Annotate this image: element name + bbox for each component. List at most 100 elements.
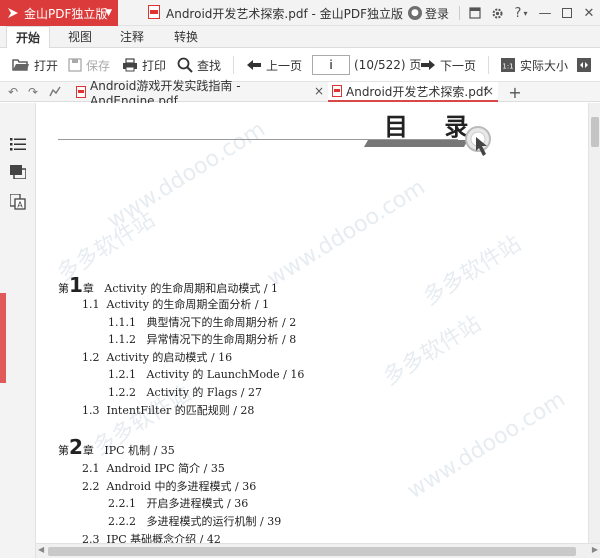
document-page: 多多软件站 www.ddooo.com www.ddooo.com 多多软件站 … [36,103,588,543]
toc-subsection-title: 多进程模式的运行机制 / 39 [146,515,282,528]
toc-subsection[interactable]: 1.2.1 Activity 的 LaunchMode / 16 [108,366,304,382]
toc-chapter-suffix: 章 [82,444,94,457]
toc-chapter-number: 1 [69,273,83,297]
document-tab[interactable]: Android游戏开发实践指南 - AndEngine.pdf × [72,79,328,108]
watermark: www.ddooo.com [403,386,570,505]
toc-section[interactable]: 2.3 IPC 基础概念介绍 / 42 [82,531,221,543]
toc-section-number: 2.2 [82,480,100,493]
bookmark-page-icon[interactable]: A [9,193,27,211]
login-label: 登录 [424,6,449,21]
toc-subsection[interactable]: 1.1.1 典型情况下的生命周期分析 / 2 [108,314,296,330]
previous-page-label: 上一页 [266,58,303,73]
toc-chapter-title: IPC 机制 / 35 [104,444,175,457]
thumbnails-icon[interactable] [9,163,27,181]
settings-gear-icon[interactable] [486,0,508,26]
left-side-panel: A [0,103,36,558]
toc-subsection-number: 2.2.2 [108,515,136,528]
toc-subsection-number: 1.2.1 [108,368,136,381]
toc-subsection[interactable]: 2.2.2 多进程模式的运行机制 / 39 [108,513,281,529]
outline-list-icon[interactable] [9,135,27,153]
kingsoft-pdf-logo-icon [6,6,20,20]
folder-open-icon [12,58,30,72]
toc-chapter-title: Activity 的生命周期和启动模式 / 1 [104,282,279,295]
skin-icon[interactable] [464,0,486,26]
toc-section-number: 2.1 [82,462,100,475]
toc-chapter[interactable]: 第1章 Activity 的生命周期和启动模式 / 1 [58,273,278,297]
minimize-icon[interactable]: — [534,0,556,26]
toc-subsection-number: 1.1.2 [108,333,136,346]
new-tab-plus-icon[interactable]: + [506,82,524,102]
toc-section-title: IntentFilter 的匹配规则 / 28 [106,404,255,417]
save-disk-icon [68,58,82,72]
toc-section-title: Activity 的启动模式 / 16 [106,351,233,364]
scroll-left-arrow-icon[interactable]: ◀ [38,545,44,554]
title-bar: 金山PDF独立版 ▼ Android开发艺术探索.pdf - 金山PDF独立版 … [0,0,600,26]
horizontal-scrollbar[interactable]: ◀ ▶ [36,543,600,558]
tab-start[interactable]: 开始 [6,26,50,49]
save-label: 保存 [86,58,111,73]
next-page-label: 下一页 [440,58,477,73]
user-icon: ● [407,6,422,20]
open-button[interactable]: 打开 [12,48,58,82]
tab-convert[interactable]: 转换 [164,26,208,48]
toc-section[interactable]: 2.1 Android IPC 简介 / 35 [82,460,225,476]
svg-text:A: A [17,201,23,210]
actual-size-button[interactable]: 1:1 实际大小 [500,48,568,82]
window-title: Android开发艺术探索.pdf - 金山PDF独立版 [148,0,403,26]
undo-icon[interactable]: ↶ [4,82,22,102]
window-title-text: Android开发艺术探索.pdf - 金山PDF独立版 [166,6,404,21]
arrow-right-icon [420,59,436,71]
toc-subsection[interactable]: 1.1.2 异常情况下的生命周期分析 / 8 [108,331,296,347]
app-menu-button[interactable]: 金山PDF独立版 ▼ [0,0,118,26]
page-number-input[interactable] [312,55,350,75]
document-tab-active[interactable]: Android开发艺术探索.pdf × [328,82,498,102]
toc-chapter-number: 2 [69,435,83,459]
find-label: 查找 [197,58,222,73]
toc-chapter[interactable]: 第2章 IPC 机制 / 35 [58,435,175,459]
fit-page-icon [576,57,592,73]
close-tab-icon[interactable]: × [314,84,324,98]
printer-icon [122,58,138,72]
login-button[interactable]: ● 登录 [407,5,449,22]
toc-subsection-title: Activity 的 Flags / 27 [146,386,263,399]
toc-subsection[interactable]: 1.2.2 Activity 的 Flags / 27 [108,384,262,400]
scroll-right-arrow-icon[interactable]: ▶ [592,545,598,554]
panel-collapse-handle[interactable] [0,293,6,383]
redo-icon[interactable]: ↷ [24,82,42,102]
fit-page-button[interactable] [576,48,596,82]
close-tab-icon[interactable]: × [484,84,494,98]
history-icon[interactable] [46,82,64,102]
maximize-icon[interactable] [556,0,578,26]
document-tab-label: Android开发艺术探索.pdf [346,84,488,99]
help-icon[interactable]: ? ▾ [508,0,534,26]
pdf-file-icon [76,86,86,98]
close-icon[interactable]: ✕ [578,0,600,26]
toc-chapter-prefix: 第 [58,282,69,295]
vertical-scrollbar[interactable] [588,103,600,543]
toc-chapter-suffix: 章 [82,282,94,295]
toc-section-number: 1.2 [82,351,100,364]
toc-section-number: 1.3 [82,404,100,417]
toc-section[interactable]: 2.2 Android 中的多进程模式 / 36 [82,478,256,494]
heading-rule-accent [363,140,469,147]
watermark: www.ddooo.com [263,174,430,293]
toc-section-number: 2.3 [82,533,100,543]
toc-section[interactable]: 1.2 Activity 的启动模式 / 16 [82,349,232,365]
toc-section[interactable]: 1.3 IntentFilter 的匹配规则 / 28 [82,402,254,418]
chevron-down-icon: ▼ [105,8,112,18]
pointing-hand-icon [464,125,496,162]
vertical-scroll-thumb[interactable] [591,117,599,147]
toc-section-title: Android IPC 简介 / 35 [106,462,225,475]
print-label: 打印 [142,58,167,73]
open-label: 打开 [34,58,59,73]
toc-section[interactable]: 1.1 Activity 的生命周期全面分析 / 1 [82,296,269,312]
page-count: (10/522) 页 [354,58,422,72]
tab-view[interactable]: 视图 [58,26,102,48]
toc-subsection[interactable]: 2.2.1 开启多进程模式 / 36 [108,495,248,511]
horizontal-scroll-thumb[interactable] [48,547,576,556]
toc-section-number: 1.1 [82,298,100,311]
next-page-button[interactable]: 下一页 [420,48,476,82]
actual-size-icon: 1:1 [500,57,516,73]
menu-bar: 开始 视图 注释 转换 [0,26,600,49]
tab-annotate[interactable]: 注释 [110,26,154,48]
